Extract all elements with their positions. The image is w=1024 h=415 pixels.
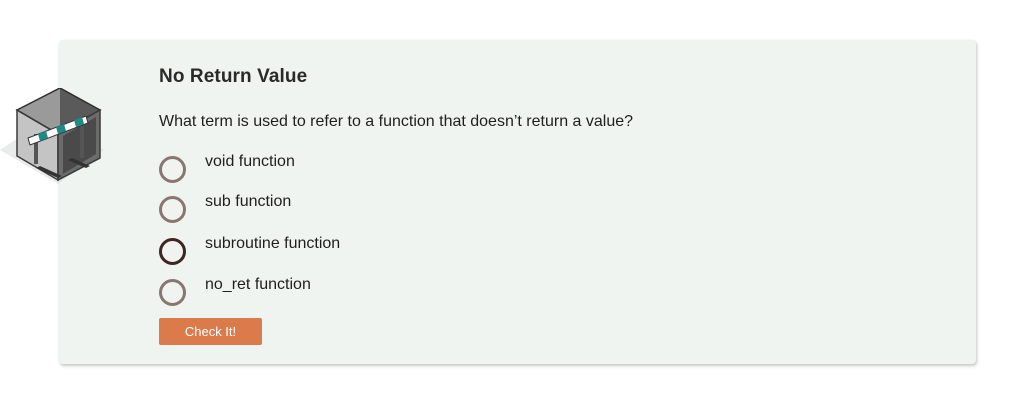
option-void-function[interactable]: void function bbox=[158, 153, 558, 188]
barrier-gate-box-icon bbox=[0, 88, 104, 184]
radio-button[interactable] bbox=[159, 279, 186, 306]
option-label: sub function bbox=[205, 193, 292, 210]
option-no-ret-function[interactable]: no_ret function bbox=[158, 276, 558, 311]
option-label: no_ret function bbox=[205, 276, 311, 293]
quiz-question: What term is used to refer to a function… bbox=[159, 113, 634, 130]
radio-button[interactable] bbox=[159, 238, 186, 265]
option-label: subroutine function bbox=[205, 235, 341, 252]
option-label: void function bbox=[205, 153, 295, 170]
page: No Return Value What term is used to ref… bbox=[0, 0, 1024, 415]
radio-button[interactable] bbox=[159, 156, 186, 183]
radio-button[interactable] bbox=[159, 196, 186, 223]
check-it-button[interactable]: Check It! bbox=[159, 318, 262, 345]
option-subroutine-function[interactable]: subroutine function bbox=[158, 235, 558, 270]
option-sub-function[interactable]: sub function bbox=[158, 193, 558, 228]
quiz-title: No Return Value bbox=[159, 66, 308, 87]
